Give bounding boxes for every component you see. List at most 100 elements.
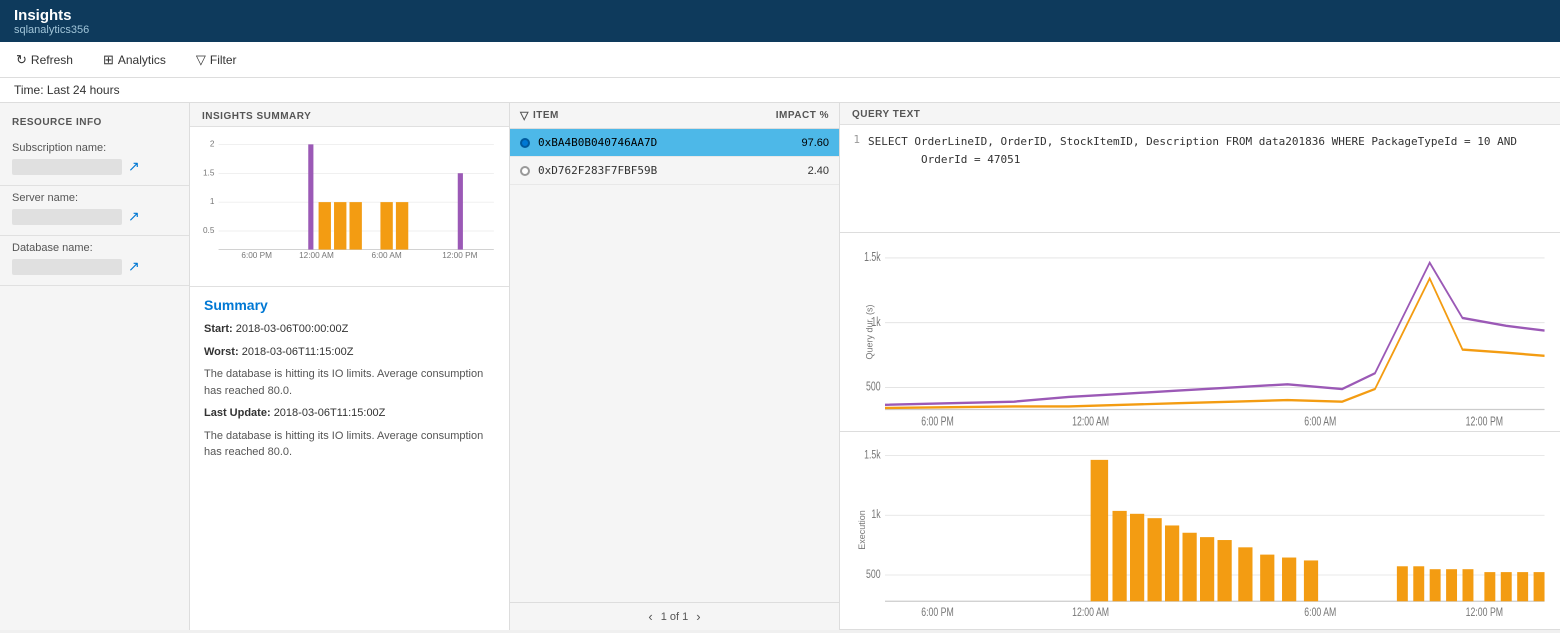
svg-text:500: 500 — [866, 380, 881, 394]
query-text-box: QUERY TEXT 1 SELECT OrderLineID, OrderID… — [840, 103, 1560, 233]
svg-text:500: 500 — [866, 568, 881, 580]
insights-panel-title: INSIGHTS SUMMARY — [190, 103, 509, 127]
app-header: Insights sqlanalytics356 — [0, 0, 1560, 42]
svg-text:12:00 PM: 12:00 PM — [1466, 606, 1503, 618]
start-line: Start: 2018-03-06T00:00:00Z — [204, 321, 495, 338]
description-2: The database is hitting its IO limits. A… — [204, 428, 495, 461]
item-dot-blue — [520, 138, 530, 148]
svg-text:1.5k: 1.5k — [864, 251, 881, 265]
subscription-label: Subscription name: — [12, 142, 177, 154]
item-name-2: 0xD762F283F7FBF59B — [538, 164, 789, 177]
insights-chart-area: 2 1.5 1 0.5 — [190, 127, 509, 287]
items-header: ▽ ITEM IMPACT % — [510, 103, 839, 129]
resource-panel: RESOURCE INFO Subscription name: ↗ Serve… — [0, 103, 190, 630]
svg-text:2: 2 — [210, 139, 215, 148]
svg-text:12:00 AM: 12:00 AM — [1072, 606, 1109, 618]
toolbar: ↻ Refresh ⊞ Analytics ▽ Filter — [0, 42, 1560, 78]
svg-text:12:00 PM: 12:00 PM — [442, 251, 477, 260]
items-header-impact-col: IMPACT % — [776, 110, 829, 121]
worst-line: Worst: 2018-03-06T11:15:00Z — [204, 344, 495, 361]
item-col-label: ITEM — [533, 110, 559, 121]
items-spacer — [510, 185, 839, 602]
subscription-value-row: ↗ — [12, 158, 177, 175]
item-name-1: 0xBA4B0B040746AA7D — [538, 136, 789, 149]
database-item: Database name: ↗ — [0, 236, 189, 286]
time-bar: Time: Last 24 hours — [0, 78, 1560, 103]
page-total: 1 — [682, 611, 688, 623]
item-row[interactable]: 0xD762F283F7FBF59B 2.40 — [510, 157, 839, 185]
items-header-item-col: ▽ ITEM — [520, 109, 559, 122]
page-of: of — [670, 611, 682, 623]
filter-icon: ▽ — [196, 52, 206, 68]
analytics-label: Analytics — [118, 53, 166, 67]
query-panel: QUERY TEXT 1 SELECT OrderLineID, OrderID… — [840, 103, 1560, 630]
resource-section-title: RESOURCE INFO — [0, 113, 189, 136]
app-title: Insights — [14, 7, 1546, 24]
summary-title: Summary — [204, 297, 495, 313]
svg-text:6:00 PM: 6:00 PM — [921, 415, 954, 429]
right-charts: 1.5k 1k 500 6:00 PM — [840, 233, 1560, 630]
worst-value: 2018-03-06T11:15:00Z — [242, 346, 354, 358]
insights-panel: INSIGHTS SUMMARY 2 1.5 1 0.5 — [190, 103, 510, 630]
refresh-button[interactable]: ↻ Refresh — [10, 48, 79, 72]
query-code: SELECT OrderLineID, OrderID, StockItemID… — [868, 133, 1517, 168]
query-duration-svg: 1.5k 1k 500 6:00 PM — [850, 239, 1550, 429]
execution-chart-box: 1.5k 1k 500 — [840, 432, 1560, 631]
item-impact-2: 2.40 — [789, 165, 829, 177]
description-1: The database is hitting its IO limits. A… — [204, 366, 495, 399]
items-panel: ▽ ITEM IMPACT % 0xBA4B0B040746AA7D 97.60… — [510, 103, 840, 630]
subscription-link-icon[interactable]: ↗ — [128, 158, 140, 175]
items-footer: ‹ 1 of 1 › — [510, 602, 839, 630]
item-row[interactable]: 0xBA4B0B040746AA7D 97.60 — [510, 129, 839, 157]
main-layout: RESOURCE INFO Subscription name: ↗ Serve… — [0, 103, 1560, 630]
execution-svg: 1.5k 1k 500 — [850, 438, 1550, 628]
worst-key: Worst: — [204, 346, 239, 358]
execution-y-label: Execution — [857, 510, 867, 550]
item-impact-1: 97.60 — [789, 137, 829, 149]
svg-text:6:00 AM: 6:00 AM — [372, 251, 402, 260]
database-value-row: ↗ — [12, 258, 177, 275]
item-dot-outline — [520, 166, 530, 176]
svg-text:12:00 AM: 12:00 AM — [299, 251, 334, 260]
start-key: Start: — [204, 323, 233, 335]
page-current: 1 — [661, 611, 667, 623]
query-text-title: QUERY TEXT — [840, 103, 1560, 125]
analytics-icon: ⊞ — [103, 52, 114, 68]
time-label: Time: Last 24 hours — [14, 83, 120, 97]
subscription-value-box — [12, 159, 122, 175]
query-content: 1 SELECT OrderLineID, OrderID, StockItem… — [840, 125, 1560, 176]
svg-text:6:00 PM: 6:00 PM — [241, 251, 272, 260]
analytics-button[interactable]: ⊞ Analytics — [97, 48, 172, 72]
query-dur-chart-container: 1.5k 1k 500 6:00 PM — [850, 239, 1550, 429]
prev-page-button[interactable]: ‹ — [648, 609, 652, 624]
last-update-value: 2018-03-06T11:15:00Z — [274, 407, 386, 419]
page-info: 1 of 1 — [661, 611, 689, 623]
database-link-icon[interactable]: ↗ — [128, 258, 140, 275]
svg-text:1k: 1k — [871, 509, 881, 521]
server-item: Server name: ↗ — [0, 186, 189, 236]
server-label: Server name: — [12, 192, 177, 204]
filter-button[interactable]: ▽ Filter — [190, 48, 243, 72]
app-subtitle: sqlanalytics356 — [14, 24, 1546, 36]
query-duration-chart-box: 1.5k 1k 500 6:00 PM — [840, 233, 1560, 432]
database-value-box — [12, 259, 122, 275]
svg-text:1.5k: 1.5k — [864, 449, 881, 461]
filter-col-icon: ▽ — [520, 109, 529, 122]
summary-section: Summary Start: 2018-03-06T00:00:00Z Wors… — [190, 287, 509, 630]
svg-text:0.5: 0.5 — [203, 226, 215, 235]
subscription-item: Subscription name: ↗ — [0, 136, 189, 186]
server-value-row: ↗ — [12, 208, 177, 225]
query-line-number: 1 — [844, 133, 868, 168]
svg-text:1: 1 — [210, 197, 215, 206]
filter-label: Filter — [210, 53, 237, 67]
impact-col-label: IMPACT % — [776, 110, 829, 121]
last-update-key: Last Update: — [204, 407, 271, 419]
database-label: Database name: — [12, 242, 177, 254]
insights-chart-svg: 2 1.5 1 0.5 — [200, 133, 499, 263]
next-page-button[interactable]: › — [696, 609, 700, 624]
start-value: 2018-03-06T00:00:00Z — [236, 323, 349, 335]
refresh-icon: ↻ — [16, 52, 27, 68]
svg-text:6:00 AM: 6:00 AM — [1304, 606, 1336, 618]
query-dur-y-label: Query dur. (s) — [865, 304, 875, 359]
server-link-icon[interactable]: ↗ — [128, 208, 140, 225]
